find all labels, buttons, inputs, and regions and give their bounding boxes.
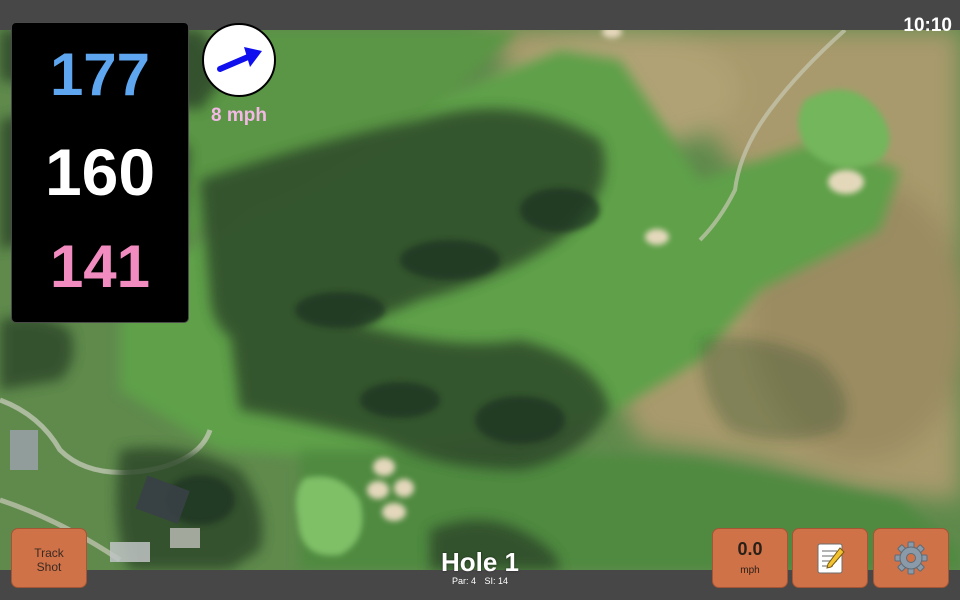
arrow-right-up-icon bbox=[217, 47, 262, 72]
speed-unit: mph bbox=[740, 565, 760, 576]
hole-stroke-index: SI: 14 bbox=[484, 576, 509, 586]
track-shot-label-line2: Shot bbox=[36, 560, 62, 574]
golf-gps-app: 10:10 177 160 141 8 mph Track Shot Hole … bbox=[0, 0, 960, 600]
gear-icon bbox=[894, 541, 928, 575]
speed-button[interactable]: 0.0 mph bbox=[712, 528, 788, 588]
clock-time: 10:10 bbox=[903, 15, 952, 36]
wind-speed-label: 8 mph bbox=[211, 105, 267, 126]
scorecard-button[interactable] bbox=[792, 528, 868, 588]
distance-center-of-green: 160 bbox=[44, 135, 156, 209]
wind-indicator bbox=[202, 23, 276, 97]
settings-button[interactable] bbox=[873, 528, 949, 588]
distance-back-of-green: 177 bbox=[49, 41, 151, 108]
distance-panel[interactable]: 177 160 141 bbox=[11, 22, 189, 323]
hole-info: Hole 1 Par: 4 SI: 14 bbox=[400, 548, 560, 586]
speed-value: 0.0 bbox=[737, 539, 763, 559]
distance-front-of-green: 141 bbox=[49, 233, 151, 300]
notepad-icon bbox=[817, 543, 845, 574]
track-shot-label-line1: Track bbox=[34, 546, 64, 560]
track-shot-button[interactable]: Track Shot bbox=[11, 528, 87, 588]
hole-meta: Par: 4 SI: 14 bbox=[400, 576, 560, 586]
hole-title: Hole 1 bbox=[440, 547, 520, 577]
hole-par: Par: 4 bbox=[451, 576, 476, 586]
